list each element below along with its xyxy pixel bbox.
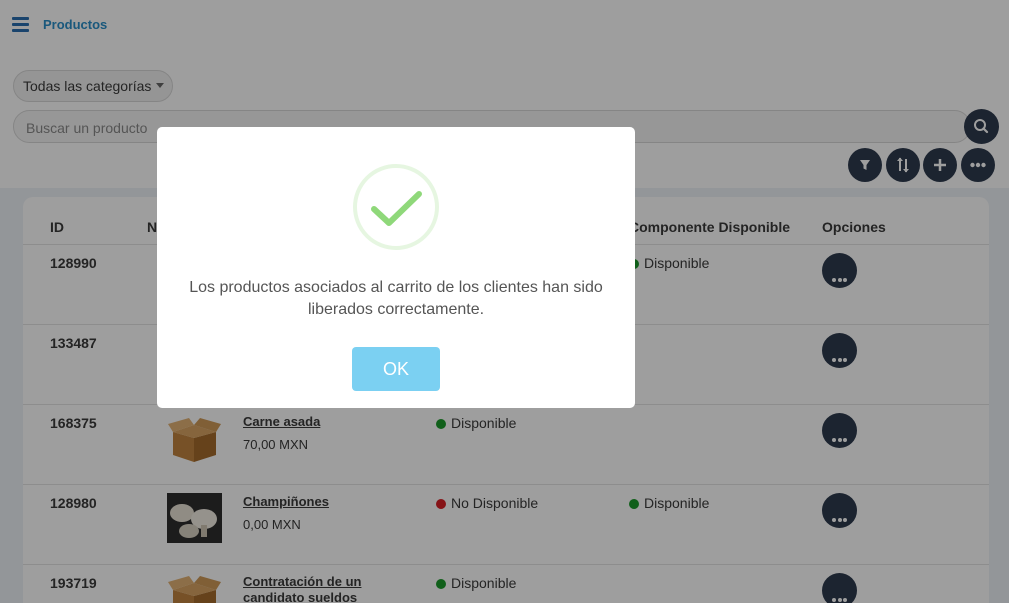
- dialog-message: Los productos asociados al carrito de lo…: [189, 279, 603, 318]
- success-checkmark-icon: [353, 164, 439, 250]
- ok-button[interactable]: OK: [352, 347, 440, 391]
- success-dialog: Los productos asociados al carrito de lo…: [157, 127, 635, 408]
